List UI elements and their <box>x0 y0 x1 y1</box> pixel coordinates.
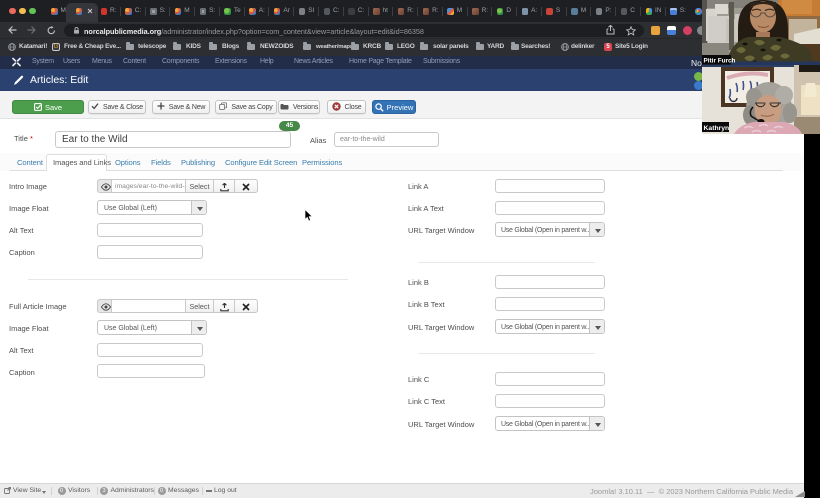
svg-text:Kathryn: Kathryn <box>704 125 730 132</box>
svg-text:Pitir Furch: Pitir Furch <box>704 58 736 65</box>
